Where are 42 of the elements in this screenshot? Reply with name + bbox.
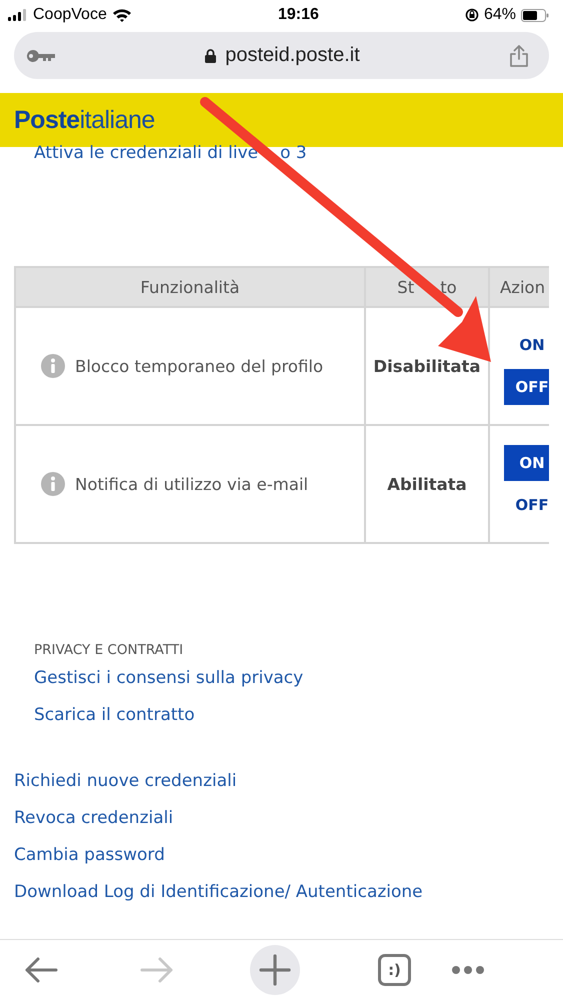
toggle-button[interactable]: ON xyxy=(504,445,549,481)
info-icon xyxy=(41,472,65,496)
info-icon xyxy=(41,354,65,378)
new-tab-button[interactable] xyxy=(250,945,300,995)
signal-icon xyxy=(8,9,28,21)
credentials-link[interactable]: Attiva le credenziali di live xyxy=(34,143,258,163)
tabs-button[interactable]: :) xyxy=(378,954,411,986)
logo-text[interactable]: Posteitaliane xyxy=(14,106,155,134)
account-link[interactable]: Cambia password xyxy=(14,845,563,865)
wifi-icon xyxy=(112,8,132,22)
account-link[interactable]: Revoca credenziali xyxy=(14,808,563,828)
carrier-name: CoopVoce xyxy=(33,6,107,24)
section-heading: PRIVACY E CONTRATTI xyxy=(34,642,184,658)
toggle-button[interactable]: OFF xyxy=(504,487,549,523)
privacy-link[interactable]: Gestisci i consensi sulla privacy xyxy=(34,668,563,688)
plus-icon xyxy=(258,953,292,987)
lock-icon xyxy=(205,48,216,62)
rotation-lock-icon xyxy=(464,8,479,22)
address-bar[interactable]: posteid.poste.it xyxy=(14,32,549,79)
credentials-link[interactable]: o 3 xyxy=(280,143,307,163)
toggle-button[interactable]: ON xyxy=(504,327,549,363)
account-link[interactable]: Richiedi nuove credenziali xyxy=(14,771,563,791)
key-icon xyxy=(26,48,56,62)
more-icon xyxy=(451,965,485,975)
column-header: Azion xyxy=(500,278,546,296)
account-link[interactable]: Download Log di Identificazione/ Autenticazione xyxy=(14,882,563,902)
battery-percent: 64% xyxy=(484,6,516,24)
column-header: to xyxy=(440,278,457,296)
feature-name: Notifica di utilizzo via e-mail xyxy=(75,474,308,494)
column-header: Funzionalità xyxy=(140,278,240,296)
clock-time: 19:16 xyxy=(278,6,319,24)
back-button[interactable] xyxy=(24,956,58,984)
privacy-link[interactable]: Scarica il contratto xyxy=(34,705,563,725)
toggle-button[interactable]: OFF xyxy=(504,369,549,405)
forward-arrow-icon xyxy=(140,956,174,984)
battery-icon xyxy=(520,8,549,22)
column-header: St xyxy=(397,278,414,296)
back-arrow-icon xyxy=(24,956,58,984)
feature-name: Blocco temporaneo del profilo xyxy=(75,356,324,376)
share-icon xyxy=(509,44,529,68)
status-cell: Abilitata xyxy=(365,425,489,543)
url-text: posteid.poste.it xyxy=(225,44,360,67)
